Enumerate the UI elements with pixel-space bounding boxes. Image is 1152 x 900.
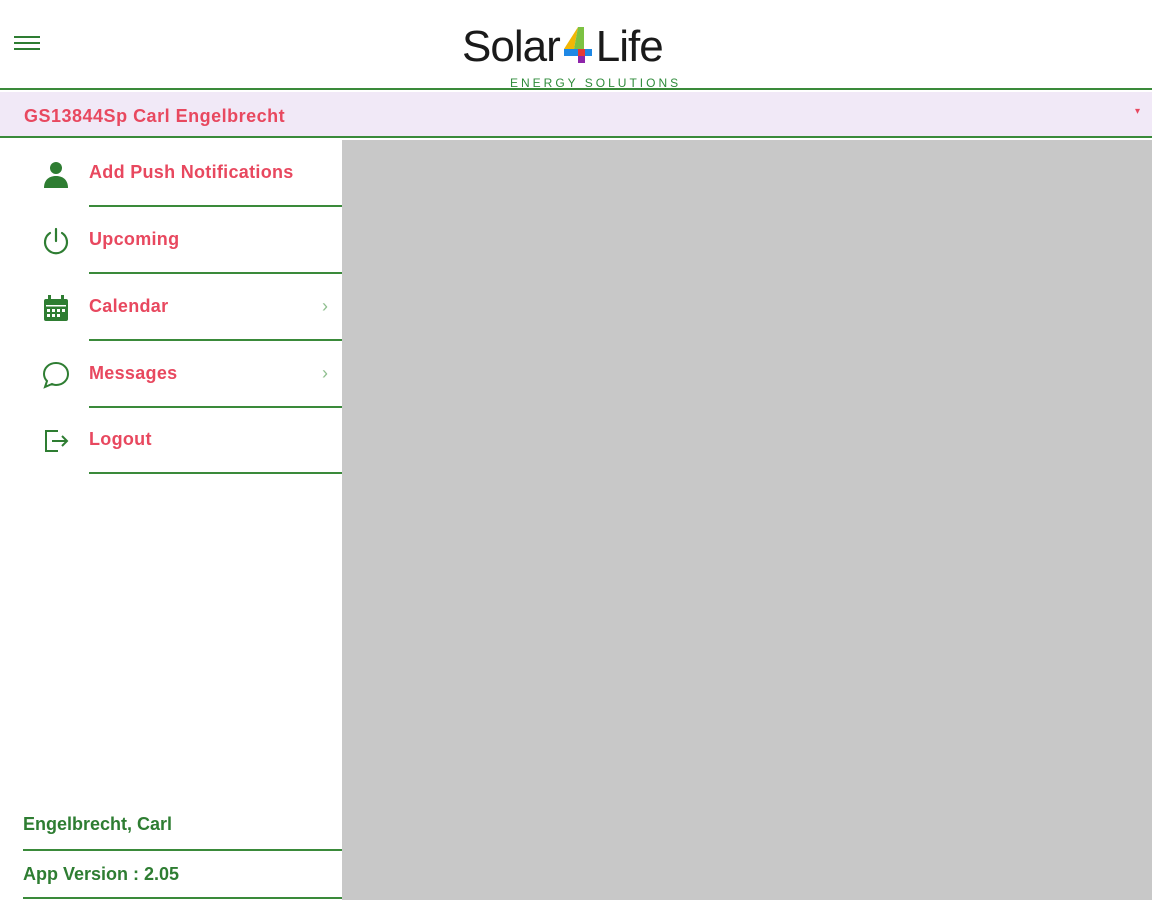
divider — [23, 897, 342, 899]
app-header: Solar Life ENERGY SOLUTIONS — [0, 0, 1152, 90]
divider — [23, 849, 342, 851]
logo-text-life: Life — [595, 22, 664, 71]
menu-item-label: Upcoming — [89, 229, 180, 249]
menu-item-label: Messages — [89, 363, 178, 383]
footer-user-name: Engelbrecht, Carl — [23, 814, 173, 834]
logo-four-mark — [563, 27, 592, 63]
menu-item-label: Calendar — [89, 296, 169, 316]
account-name: GS13844Sp Carl Engelbrecht — [24, 106, 286, 126]
menu-item-messages[interactable]: Messages › — [0, 341, 342, 408]
logout-icon — [45, 430, 69, 452]
chevron-right-icon: › — [322, 363, 328, 383]
calendar-icon — [44, 295, 68, 321]
logo-text-solar: Solar — [462, 22, 561, 71]
app-version: App Version : 2.05 — [23, 864, 180, 884]
menu-item-add-push-notifications[interactable]: Add Push Notifications — [0, 140, 342, 207]
menu-item-label: Add Push Notifications — [89, 162, 294, 182]
side-menu: Add Push Notifications Upcoming Calendar… — [0, 140, 342, 900]
menu-item-label: Logout — [89, 429, 152, 449]
main-content-overlay[interactable] — [342, 140, 1152, 900]
divider — [89, 472, 342, 474]
solar4life-logo: Solar Life ENERGY SOLUTIONS — [462, 18, 702, 90]
menu-item-calendar[interactable]: Calendar › — [0, 274, 342, 341]
menu-item-logout[interactable]: Logout — [0, 407, 342, 474]
hamburger-menu-icon[interactable] — [14, 36, 42, 58]
menu-item-upcoming[interactable]: Upcoming — [0, 207, 342, 274]
account-selector[interactable]: GS13844Sp Carl Engelbrecht ▾ — [0, 92, 1152, 138]
logo-subtitle: ENERGY SOLUTIONS — [510, 76, 682, 90]
chevron-down-icon[interactable]: ▾ — [1135, 106, 1140, 117]
chevron-right-icon: › — [322, 296, 328, 316]
chat-bubble-icon — [42, 361, 70, 389]
power-icon — [43, 227, 69, 255]
person-icon — [44, 162, 68, 188]
